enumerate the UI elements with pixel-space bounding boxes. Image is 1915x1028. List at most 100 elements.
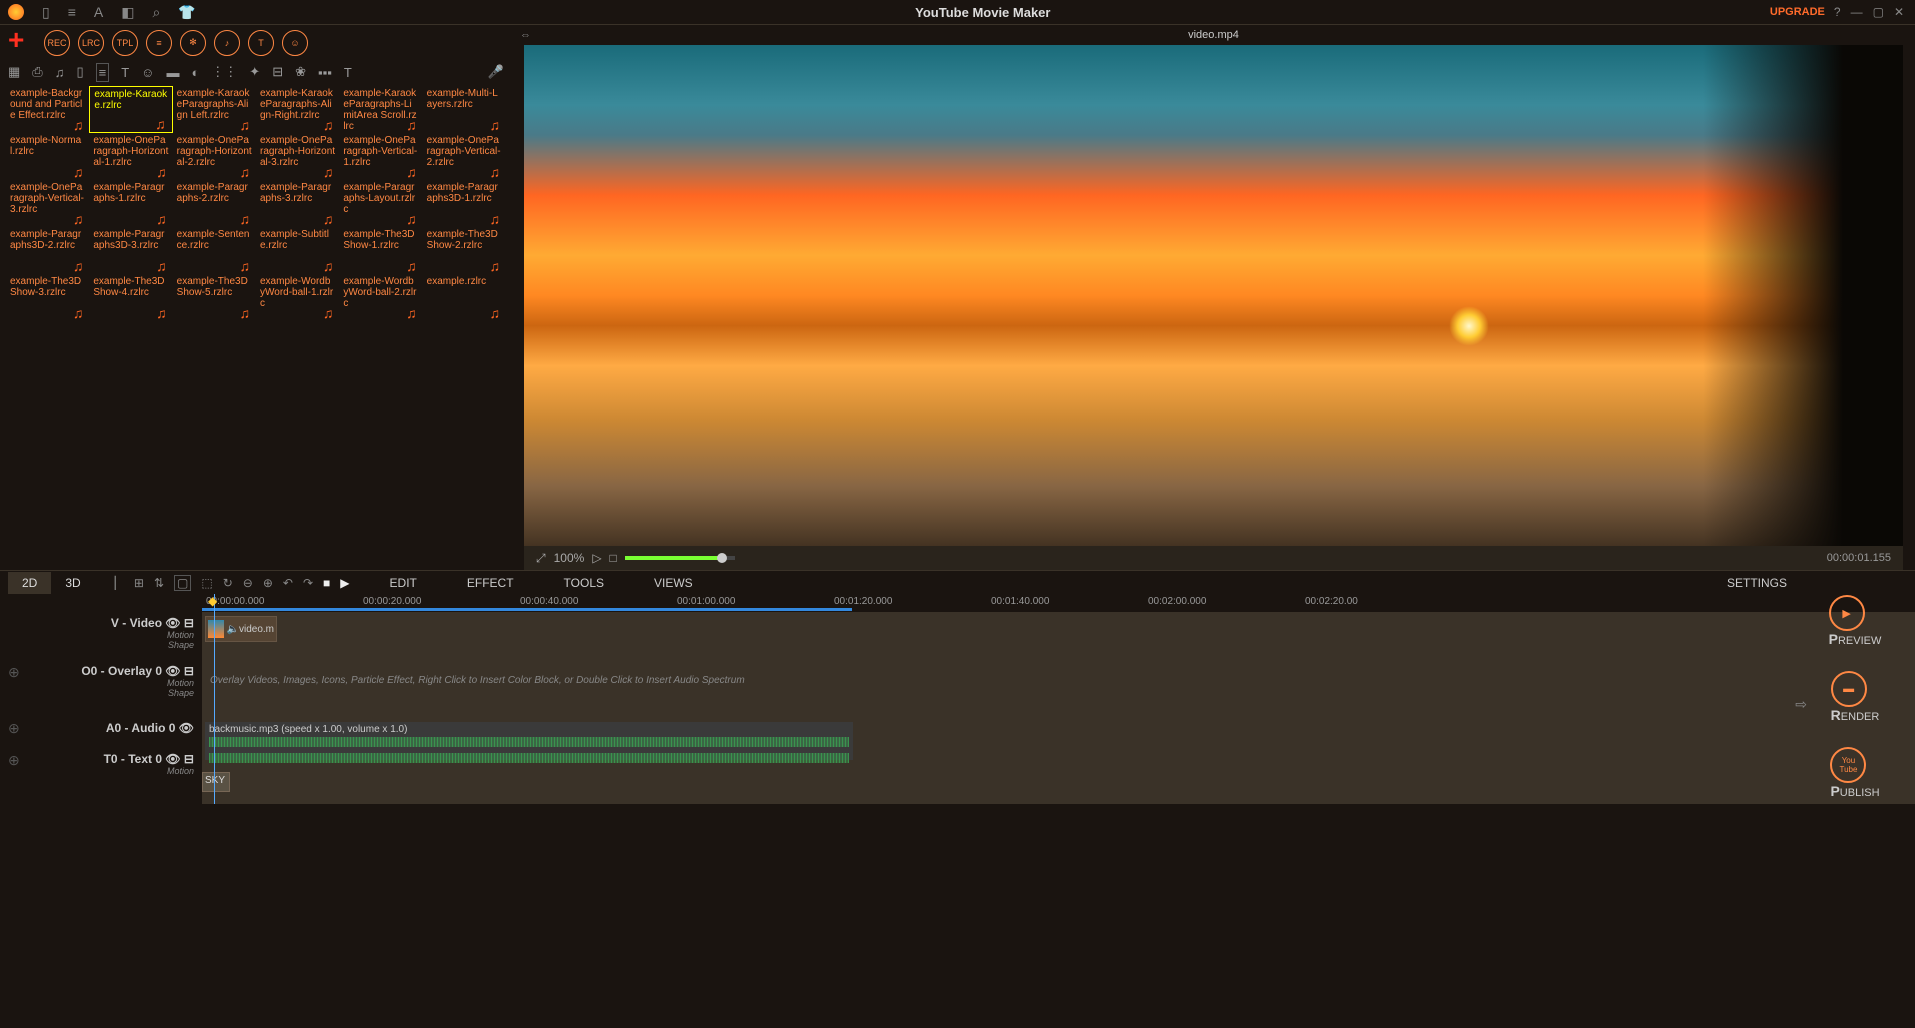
media-item[interactable]: example-WordbyWord-ball-1.rzlrc♫ — [256, 274, 339, 321]
tpl-button[interactable]: TPL — [112, 30, 138, 56]
equalizer-tool-icon[interactable]: ♪ — [214, 30, 240, 56]
video-clip[interactable]: 🔈video.m — [205, 616, 277, 642]
slider-icon[interactable]: ⊟ — [272, 64, 283, 80]
list-icon[interactable]: ≡ — [68, 4, 76, 20]
redo-icon[interactable]: ↷ — [303, 576, 313, 590]
book-icon[interactable]: ▯ — [42, 4, 50, 21]
stop-icon[interactable]: □ — [610, 551, 617, 565]
media-item[interactable]: example-KaraokeParagraphs-Align-Right.rz… — [256, 86, 339, 133]
text-t-icon[interactable]: T — [344, 65, 352, 80]
media-item[interactable]: example-Paragraphs-1.rzlrc♫ — [89, 180, 172, 227]
media-item[interactable]: example-Background and Particle Effect.r… — [6, 86, 89, 133]
media-item[interactable]: example-Paragraphs3D-2.rzlrc♫ — [6, 227, 89, 274]
menu-views[interactable]: VIEWS — [654, 576, 693, 590]
media-item[interactable]: example-Karaoke.rzlrc♫ — [89, 86, 172, 133]
fullscreen-icon[interactable]: ⤢ — [536, 551, 546, 566]
leaf-icon[interactable]: ❀ — [295, 64, 306, 80]
media-item[interactable]: example-Paragraphs3D-3.rzlrc♫ — [89, 227, 172, 274]
typography-icon[interactable]: T — [121, 65, 129, 80]
timeline-content[interactable]: 00:00:00.00000:00:20.00000:00:40.00000:0… — [202, 594, 1915, 804]
playhead[interactable] — [214, 594, 215, 804]
contrast-icon[interactable]: ◐ — [191, 65, 199, 80]
rotate-icon[interactable]: ↻ — [223, 576, 233, 590]
rec-button[interactable]: REC — [44, 30, 70, 56]
media-item[interactable]: example-Multi-Layers.rzlrc♫ — [423, 86, 506, 133]
media-item[interactable]: example-OneParagraph-Horizontal-1.rzlrc♫ — [89, 133, 172, 180]
flower-tool-icon[interactable]: ✻ — [180, 30, 206, 56]
layout-icon[interactable]: ▦ — [8, 64, 20, 80]
work-area[interactable] — [202, 608, 852, 611]
play-button-icon[interactable]: ▶ — [340, 576, 349, 590]
media-item[interactable]: example-OneParagraph-Horizontal-3.rzlrc♫ — [256, 133, 339, 180]
media-item[interactable]: example.rzlrc♫ — [423, 274, 506, 321]
bullets-icon[interactable]: ⋮⋮ — [211, 64, 237, 80]
video-preview[interactable] — [524, 45, 1903, 546]
track-overlay-motion[interactable]: Motion — [20, 678, 194, 688]
maximize-icon[interactable]: ▢ — [1870, 5, 1887, 19]
battery-icon[interactable]: ▬ — [166, 65, 179, 80]
media-item[interactable]: example-KaraokeParagraphs-Align Left.rzl… — [173, 86, 256, 133]
add-audio-track-icon[interactable]: ⊕ — [8, 720, 20, 737]
help-icon[interactable]: ? — [1831, 5, 1844, 19]
lrc-button[interactable]: LRC — [78, 30, 104, 56]
media-item[interactable]: example-Paragraphs-2.rzlrc♫ — [173, 180, 256, 227]
stop-button-icon[interactable]: ■ — [323, 576, 330, 590]
menu-settings[interactable]: SETTINGS — [1727, 576, 1787, 590]
search-icon[interactable]: ⌕ — [152, 4, 160, 21]
audio-clip[interactable]: backmusic.mp3 (speed x 1.00, volume x 1.… — [205, 722, 853, 760]
add-button[interactable]: + — [8, 29, 36, 57]
menu-edit[interactable]: EDIT — [390, 576, 417, 590]
minus-icon[interactable]: ⊖ — [243, 576, 253, 590]
plus-icon[interactable]: ⊕ — [263, 576, 273, 590]
minimize-icon[interactable]: — — [1848, 5, 1866, 19]
track-video-motion[interactable]: Motion — [8, 630, 194, 640]
preview-action[interactable]: ▶ PREVIEW — [1829, 595, 1882, 647]
media-item[interactable]: example-The3DShow-2.rzlrc♫ — [423, 227, 506, 274]
shirt-icon[interactable]: 👕 — [178, 4, 195, 21]
sparkle-icon[interactable]: ✦ — [249, 64, 260, 80]
lyrics-filter-icon[interactable]: ≡ — [96, 63, 110, 82]
add-text-track-icon[interactable]: ⊕ — [8, 752, 20, 769]
media-item[interactable]: example-OneParagraph-Vertical-2.rzlrc♫ — [423, 133, 506, 180]
publish-action-icon[interactable]: YouTube — [1830, 747, 1866, 783]
wand-icon[interactable]: A — [94, 4, 103, 20]
close-icon[interactable]: ✕ — [1891, 5, 1907, 19]
grid-view-icon[interactable]: ⊞ — [134, 576, 144, 590]
media-item[interactable]: example-Normal.rzlrc♫ — [6, 133, 89, 180]
publish-action[interactable]: YouTube PUBLISH — [1830, 747, 1879, 799]
camera-icon[interactable]: ⎙ — [32, 64, 42, 80]
text-tool-icon[interactable]: T — [248, 30, 274, 56]
media-item[interactable]: example-Subtitle.rzlrc♫ — [256, 227, 339, 274]
person-tool-icon[interactable]: ☺ — [282, 30, 308, 56]
play-icon[interactable]: ▷ — [592, 551, 601, 565]
media-item[interactable]: example-KaraokeParagraphs-LimitArea Scro… — [339, 86, 422, 133]
preview-progress[interactable] — [625, 556, 735, 560]
media-item[interactable]: example-The3DShow-5.rzlrc♫ — [173, 274, 256, 321]
zoom-level[interactable]: 100% — [554, 551, 585, 565]
add-overlay-track-icon[interactable]: ⊕ — [8, 664, 20, 681]
swap-icon[interactable]: ⇅ — [154, 576, 164, 590]
text-clip[interactable]: SKY — [202, 772, 230, 792]
media-item[interactable]: example-The3DShow-1.rzlrc♫ — [339, 227, 422, 274]
media-item[interactable]: example-Paragraphs-Layout.rzlrc♫ — [339, 180, 422, 227]
mic-icon[interactable]: 🎤 — [488, 64, 504, 80]
media-item[interactable]: example-OneParagraph-Vertical-1.rzlrc♫ — [339, 133, 422, 180]
media-item[interactable]: example-The3DShow-4.rzlrc♫ — [89, 274, 172, 321]
media-item[interactable]: example-Sentence.rzlrc♫ — [173, 227, 256, 274]
track-overlay-shape[interactable]: Shape — [20, 688, 194, 698]
playhead-marker-icon[interactable]: ◆ — [208, 594, 217, 608]
align-left-icon[interactable]: ▏ — [115, 576, 124, 590]
expand-icon[interactable]: ⇔ — [520, 29, 531, 41]
preview-action-icon[interactable]: ▶ — [1829, 595, 1865, 631]
media-item[interactable]: example-OneParagraph-Vertical-3.rzlrc♫ — [6, 180, 89, 227]
undo-icon[interactable]: ↶ — [283, 576, 293, 590]
expand-right-icon[interactable]: ⇨ — [1795, 696, 1807, 713]
menu-tools[interactable]: TOOLS — [564, 576, 604, 590]
media-item[interactable]: example-The3DShow-3.rzlrc♫ — [6, 274, 89, 321]
upgrade-button[interactable]: UPGRADE — [1770, 6, 1825, 18]
bars-icon[interactable]: ▪▪▪ — [318, 65, 332, 80]
emoji-icon[interactable]: ☺ — [141, 65, 154, 80]
media-item[interactable]: example-Paragraphs3D-1.rzlrc♫ — [423, 180, 506, 227]
film-icon[interactable]: ▯ — [76, 64, 83, 80]
track-video-shape[interactable]: Shape — [8, 640, 194, 650]
